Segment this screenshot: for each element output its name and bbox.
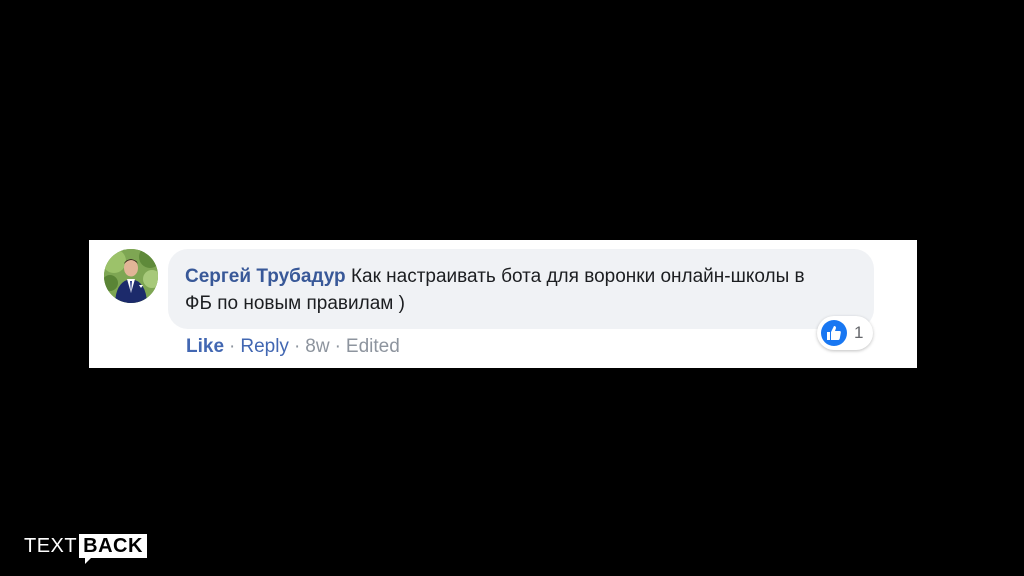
comment-timestamp[interactable]: 8w bbox=[305, 336, 329, 357]
separator: · bbox=[334, 336, 341, 357]
comment-author[interactable]: Сергей Трубадур bbox=[185, 266, 346, 287]
like-button[interactable]: Like bbox=[186, 336, 224, 357]
reply-button[interactable]: Reply bbox=[240, 336, 289, 357]
comment-actions: Like · Reply · 8w · Edited bbox=[186, 335, 400, 359]
logo-text: TEXT bbox=[24, 535, 78, 557]
textback-logo: TEXT BACK bbox=[24, 534, 147, 564]
separator: · bbox=[229, 336, 236, 357]
comment-bubble: Сергей Трубадур Как настраивать бота для… bbox=[168, 249, 874, 329]
reaction-count: 1 bbox=[854, 323, 864, 342]
separator: · bbox=[293, 336, 301, 357]
avatar-photo bbox=[104, 249, 158, 303]
thumbs-up-icon bbox=[821, 320, 847, 346]
reaction-summary[interactable]: 1 bbox=[817, 316, 874, 350]
logo-back: BACK bbox=[79, 534, 147, 564]
avatar[interactable] bbox=[104, 249, 158, 303]
edited-label[interactable]: Edited bbox=[346, 336, 400, 357]
